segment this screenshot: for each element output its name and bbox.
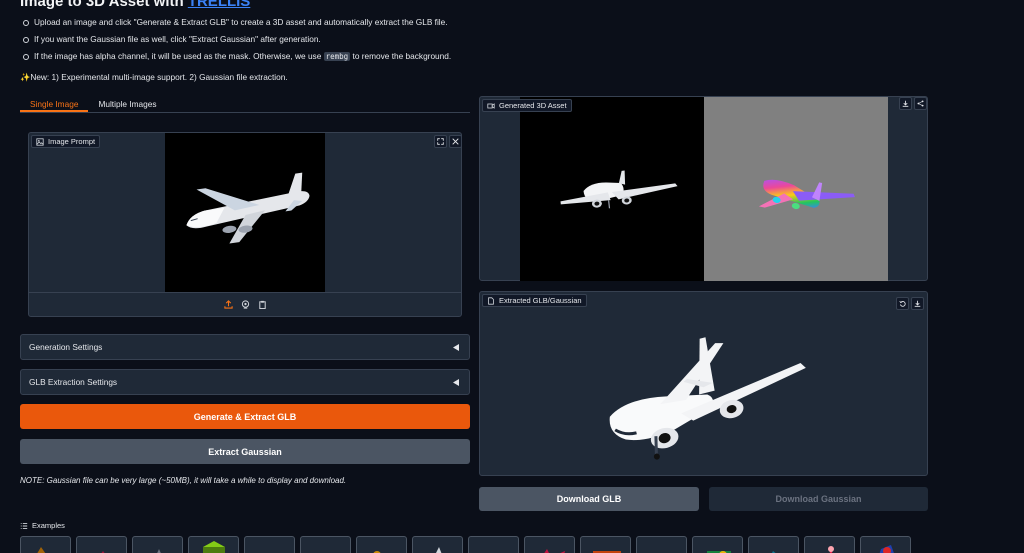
instruction-item: If you want the Gaussian file as well, c… — [22, 31, 582, 48]
image-prompt-label: Image Prompt — [31, 135, 101, 148]
trellis-link[interactable]: TRELLIS — [188, 0, 251, 10]
airplane-normal-render — [758, 179, 855, 210]
example-thumbnail[interactable] — [636, 536, 687, 553]
example-thumbnail[interactable] — [132, 536, 183, 553]
news-line: ✨New: 1) Experimental multi-image suppor… — [20, 72, 288, 82]
example-thumbnail[interactable] — [692, 536, 743, 553]
example-thumbnail[interactable] — [300, 536, 351, 553]
instructions-list: Upload an image and click "Generate & Ex… — [22, 14, 582, 65]
instruction-item: Upload an image and click "Generate & Ex… — [22, 14, 582, 31]
glb-extraction-settings-accordion[interactable]: GLB Extraction Settings — [20, 369, 470, 395]
webcam-icon[interactable] — [241, 300, 250, 309]
rembg-code: rembg — [323, 52, 351, 61]
example-thumbnail[interactable] — [412, 536, 463, 553]
clear-image-button[interactable] — [449, 135, 462, 148]
tab-single-image[interactable]: Single Image — [20, 96, 89, 112]
example-thumbnail[interactable] — [468, 536, 519, 553]
image-prompt-panel[interactable]: Image Prompt — [28, 132, 462, 317]
page-title: Image to 3D Asset with TRELLIS — [20, 0, 250, 10]
collapse-arrow-icon — [453, 343, 459, 351]
example-thumbnail[interactable] — [188, 536, 239, 553]
list-icon — [20, 522, 28, 529]
examples-header: Examples — [20, 521, 65, 530]
generated-3d-asset-panel: Generated 3D Asset — [479, 96, 928, 281]
image-toolbar — [29, 292, 461, 316]
airplane-3d-model[interactable] — [480, 292, 927, 475]
example-thumbnail[interactable] — [748, 536, 799, 553]
tab-multiple-images[interactable]: Multiple Images — [88, 96, 166, 112]
generated-asset-label: Generated 3D Asset — [482, 99, 572, 112]
instruction-item: If the image has alpha channel, it will … — [22, 48, 582, 65]
video-icon — [487, 102, 495, 109]
generate-extract-glb-button[interactable]: Generate & Extract GLB — [20, 404, 470, 429]
generation-settings-accordion[interactable]: Generation Settings — [20, 334, 470, 360]
example-thumbnail[interactable] — [524, 536, 575, 553]
fullscreen-icon — [437, 138, 444, 145]
example-thumbnail[interactable] — [356, 536, 407, 553]
close-icon — [452, 138, 459, 145]
example-thumbnail[interactable] — [20, 536, 71, 553]
video-frame-normal — [704, 97, 888, 281]
collapse-arrow-icon — [453, 378, 459, 386]
fullscreen-button[interactable] — [434, 135, 447, 148]
example-thumbnail[interactable] — [860, 536, 911, 553]
airplane-image — [186, 172, 310, 244]
clipboard-icon[interactable] — [258, 300, 267, 309]
file-icon — [488, 296, 494, 305]
video-frame-rgb — [520, 97, 704, 281]
extracted-glb-label: Extracted GLB/Gaussian — [482, 294, 587, 307]
uploaded-image — [165, 133, 325, 292]
extract-gaussian-button[interactable]: Extract Gaussian — [20, 439, 470, 464]
download-glb-button[interactable]: Download GLB — [479, 487, 699, 511]
download-icon — [902, 100, 909, 107]
upload-icon[interactable] — [223, 300, 233, 309]
input-tabs: Single Image Multiple Images — [20, 96, 470, 113]
example-thumbnail[interactable] — [580, 536, 631, 553]
share-icon — [917, 100, 924, 107]
extracted-glb-panel[interactable]: Extracted GLB/Gaussian — [479, 291, 928, 476]
gaussian-note: NOTE: Gaussian file can be very large (~… — [20, 476, 347, 485]
image-icon — [36, 137, 44, 146]
examples-gallery — [20, 536, 911, 553]
share-button[interactable] — [914, 97, 927, 110]
example-thumbnail[interactable] — [804, 536, 855, 553]
airplane-render — [560, 170, 678, 209]
download-gaussian-button[interactable]: Download Gaussian — [709, 487, 928, 511]
example-thumbnail[interactable] — [76, 536, 127, 553]
example-thumbnail[interactable] — [244, 536, 295, 553]
download-video-button[interactable] — [899, 97, 912, 110]
